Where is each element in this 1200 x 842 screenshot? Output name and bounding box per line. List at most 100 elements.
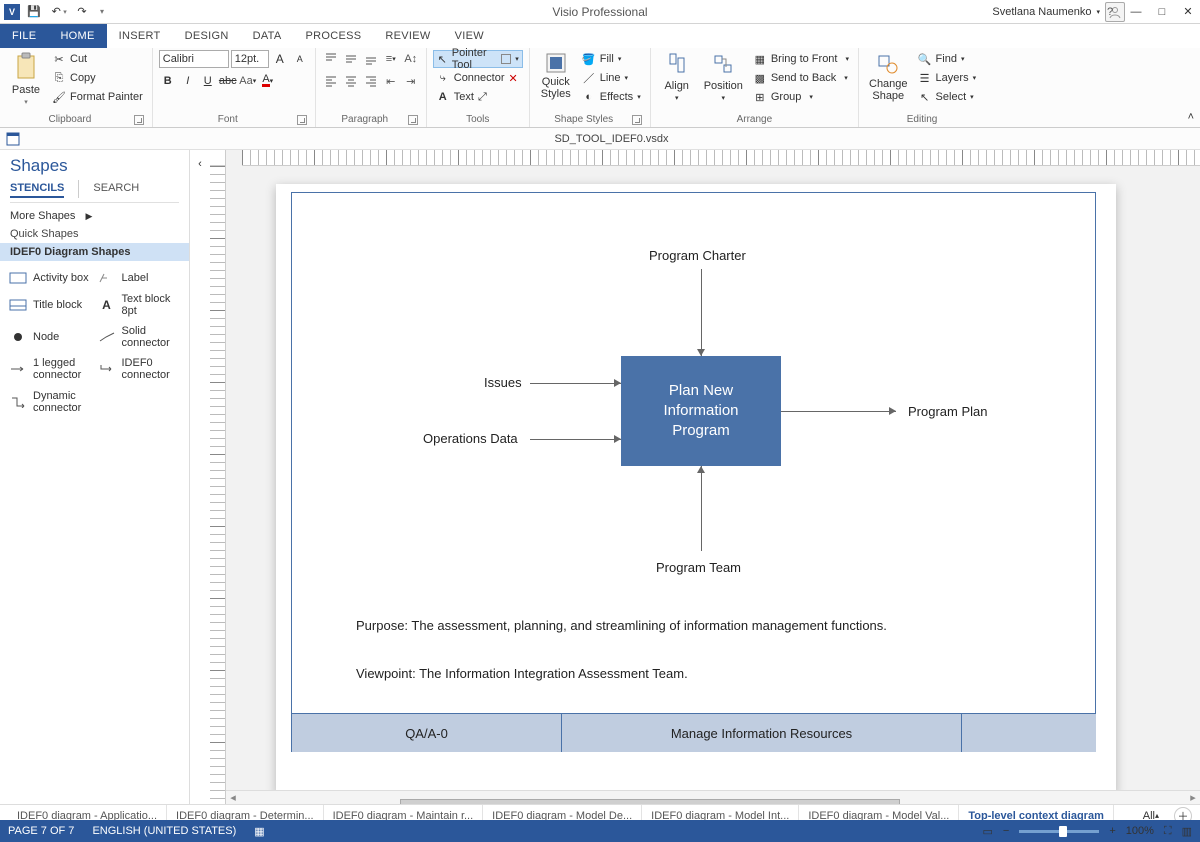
decrease-indent-button[interactable]: ⇤ — [382, 72, 400, 90]
arrow-issues[interactable] — [530, 383, 621, 384]
label-right[interactable]: Program Plan — [908, 404, 987, 419]
grow-font-button[interactable]: A — [271, 50, 289, 68]
arrow-top[interactable] — [701, 269, 702, 356]
find-button[interactable]: 🔍Find▾ — [915, 50, 980, 68]
align-button[interactable]: Align▾ — [657, 50, 697, 104]
quick-styles-button[interactable]: Quick Styles — [536, 50, 576, 102]
tab-design[interactable]: DESIGN — [173, 24, 241, 48]
zoom-in-button[interactable]: + — [1109, 825, 1115, 837]
arrow-ops[interactable] — [530, 439, 621, 440]
presentation-mode-button[interactable]: ▭ — [982, 825, 992, 838]
tab-review[interactable]: REVIEW — [373, 24, 442, 48]
zoom-slider[interactable] — [1019, 830, 1099, 833]
shapes-tab-search[interactable]: SEARCH — [93, 180, 139, 198]
tab-insert[interactable]: INSERT — [107, 24, 173, 48]
shape-idef0-connector[interactable]: IDEF0 connector — [95, 353, 184, 385]
paragraph-launcher[interactable] — [408, 115, 418, 125]
viewpoint-text[interactable]: Viewpoint: The Information Integration A… — [356, 666, 688, 681]
collapse-ribbon-button[interactable]: ˄ — [1188, 111, 1194, 123]
minimize-button[interactable]: — — [1124, 2, 1148, 22]
font-color-button[interactable]: A▾ — [259, 72, 277, 90]
purpose-text[interactable]: Purpose: The assessment, planning, and s… — [356, 618, 887, 633]
close-button[interactable]: ✕ — [1176, 2, 1200, 22]
activity-box[interactable]: Plan New Information Program — [621, 356, 781, 466]
shape-dynamic-connector[interactable]: Dynamic connector — [6, 386, 95, 418]
more-shapes-link[interactable]: More Shapes▶ — [0, 207, 189, 225]
bullets-button[interactable]: ≡▾ — [382, 50, 400, 68]
label-bottom[interactable]: Program Team — [656, 560, 741, 575]
hscrollbar[interactable]: ◂ ▸ — [226, 790, 1200, 804]
align-top-button[interactable] — [322, 50, 340, 68]
align-bottom-button[interactable] — [362, 50, 380, 68]
tab-view[interactable]: VIEW — [443, 24, 496, 48]
fit-page-button[interactable]: ⛶ — [1164, 825, 1172, 838]
status-page[interactable]: PAGE 7 OF 7 — [8, 825, 74, 837]
copy-button[interactable]: ⎘Copy — [49, 69, 146, 87]
bold-button[interactable]: B — [159, 72, 177, 90]
shape-label[interactable]: Label — [95, 267, 184, 289]
select-button[interactable]: ↖Select▾ — [915, 88, 980, 106]
label-top[interactable]: Program Charter — [649, 248, 746, 263]
status-macro-icon[interactable]: ▦ — [254, 825, 264, 838]
qat-save[interactable]: 💾 — [24, 2, 44, 22]
strike-button[interactable]: abc — [219, 72, 237, 90]
shape-title-block[interactable]: Title block — [6, 289, 95, 321]
restore-button[interactable]: □ — [1150, 2, 1174, 22]
send-back-button[interactable]: ▩Send to Back▾ — [750, 69, 852, 87]
change-case-button[interactable]: Aa▾ — [239, 72, 257, 90]
font-size-input[interactable] — [231, 50, 269, 68]
line-button[interactable]: ／Line▾ — [579, 69, 644, 87]
format-painter-button[interactable]: 🖌Format Painter — [49, 88, 146, 106]
qat-customize[interactable]: ▾ — [96, 2, 108, 22]
shape-activity-box[interactable]: Activity box — [6, 267, 95, 289]
tab-data[interactable]: DATA — [241, 24, 294, 48]
current-stencil[interactable]: IDEF0 Diagram Shapes — [0, 243, 189, 261]
shape-solid-connector[interactable]: Solid connector — [95, 321, 184, 353]
doc-window-icon[interactable] — [3, 130, 23, 148]
qat-redo[interactable]: ↷ — [72, 2, 92, 22]
help-button[interactable]: ? — [1098, 2, 1122, 22]
shape-styles-launcher[interactable] — [632, 115, 642, 125]
align-center-button[interactable] — [342, 72, 360, 90]
switch-windows-button[interactable]: ▥ — [1182, 825, 1192, 838]
ruler-horizontal[interactable] — [242, 150, 1200, 166]
scroll-left-button[interactable]: ◂ — [226, 791, 240, 804]
font-launcher[interactable] — [297, 115, 307, 125]
fill-button[interactable]: 🪣Fill▾ — [579, 50, 644, 68]
shape-node[interactable]: Node — [6, 321, 95, 353]
ruler-vertical[interactable] — [210, 166, 226, 804]
shape-text-block[interactable]: AText block 8pt — [95, 289, 184, 321]
zoom-out-button[interactable]: − — [1003, 825, 1009, 837]
tab-process[interactable]: PROCESS — [293, 24, 373, 48]
shapes-tab-stencils[interactable]: STENCILS — [10, 180, 64, 198]
position-button[interactable]: Position▾ — [700, 50, 747, 104]
paste-button[interactable]: Paste ▾ — [6, 50, 46, 108]
qat-undo[interactable]: ↶▾ — [48, 2, 68, 22]
align-left-button[interactable] — [322, 72, 340, 90]
increase-indent-button[interactable]: ⇥ — [402, 72, 420, 90]
scroll-right-button[interactable]: ▸ — [1186, 791, 1200, 804]
underline-button[interactable]: U — [199, 72, 217, 90]
text-tool-button[interactable]: AText⤢ — [433, 88, 490, 106]
shape-1leg-connector[interactable]: 1 legged connector — [6, 353, 95, 385]
quick-shapes-link[interactable]: Quick Shapes — [0, 225, 189, 243]
arrow-bottom[interactable] — [701, 466, 702, 551]
status-language[interactable]: ENGLISH (UNITED STATES) — [92, 825, 236, 837]
font-name-input[interactable] — [159, 50, 229, 68]
effects-button[interactable]: ◐Effects▾ — [579, 88, 644, 106]
drawing-canvas[interactable]: Plan New Information Program Program Cha… — [226, 166, 1200, 804]
bring-front-button[interactable]: ▦Bring to Front▾ — [750, 50, 852, 68]
zoom-level[interactable]: 100% — [1126, 825, 1154, 837]
title-block[interactable]: QA/A-0 Manage Information Resources — [292, 713, 1096, 752]
italic-button[interactable]: I — [179, 72, 197, 90]
cut-button[interactable]: ✂Cut — [49, 50, 146, 68]
shrink-font-button[interactable]: A — [291, 50, 309, 68]
label-issues[interactable]: Issues — [484, 375, 522, 390]
text-direction-button[interactable]: A↕ — [402, 50, 420, 68]
clipboard-launcher[interactable] — [134, 115, 144, 125]
label-ops[interactable]: Operations Data — [423, 431, 518, 446]
arrow-right[interactable] — [781, 411, 896, 412]
layers-button[interactable]: ☰Layers▾ — [915, 69, 980, 87]
group-button[interactable]: ⊞Group▾ — [750, 88, 852, 106]
align-right-button[interactable] — [362, 72, 380, 90]
